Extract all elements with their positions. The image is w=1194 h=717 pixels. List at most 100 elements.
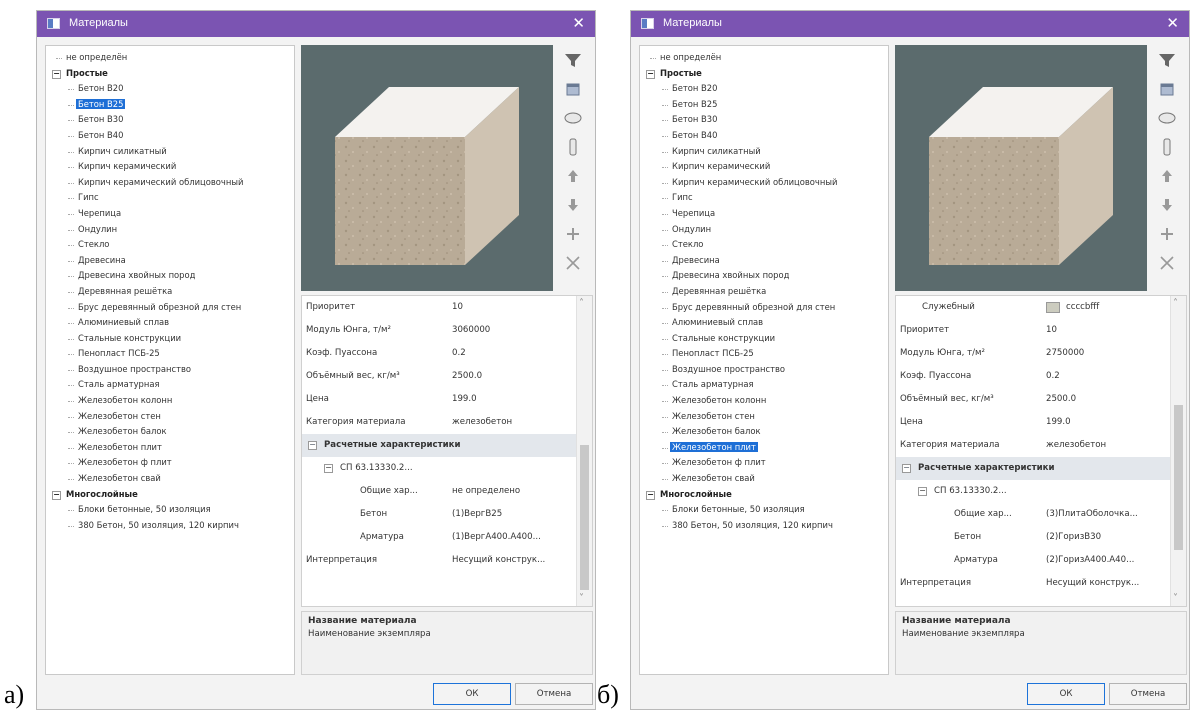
move-up-button[interactable] xyxy=(560,165,586,187)
properties-grid[interactable]: Служебный ccccbfff Приоритет 10 Модуль Юнга,… xyxy=(895,295,1187,607)
property-value[interactable]: ccccbfff xyxy=(1066,296,1184,319)
collapse-icon[interactable]: − xyxy=(52,490,61,500)
tree-group[interactable]: − Простые xyxy=(640,66,888,82)
property-row[interactable]: Объёмный вес, кг/м³ 2500.0 xyxy=(302,365,592,388)
property-row[interactable]: Категория материала железобетон xyxy=(896,434,1186,457)
scroll-thumb[interactable] xyxy=(1174,404,1183,551)
property-row[interactable]: Приоритет 10 xyxy=(896,319,1186,342)
collapse-icon[interactable]: − xyxy=(902,464,911,473)
tree-item[interactable]: Железобетон балок xyxy=(640,424,888,440)
scroll-down-icon[interactable]: ˅ xyxy=(1173,593,1178,604)
cancel-button[interactable]: Отмена xyxy=(515,683,593,705)
column-view-button[interactable] xyxy=(560,136,586,158)
box-view-button[interactable] xyxy=(1154,78,1180,100)
properties-scrollbar[interactable]: ˄ ˅ xyxy=(1170,296,1186,606)
tree-item[interactable]: Стальные конструкции xyxy=(640,331,888,347)
property-value[interactable]: Несущий конструк... xyxy=(452,549,570,572)
property-value[interactable]: 2750000 xyxy=(1046,342,1164,365)
property-row[interactable]: Интерпретация Несущий конструк... xyxy=(302,549,592,572)
property-value[interactable]: 199.0 xyxy=(452,388,570,411)
properties-scrollbar[interactable]: ˄ ˅ xyxy=(576,296,592,606)
property-row[interactable]: Объёмный вес, кг/м³ 2500.0 xyxy=(896,388,1186,411)
tree-item[interactable]: Железобетон плит xyxy=(640,440,888,456)
property-value[interactable]: 0.2 xyxy=(452,342,570,365)
property-row[interactable]: Общие хар... не определено xyxy=(302,480,592,503)
cut-button[interactable] xyxy=(560,252,586,274)
property-row[interactable]: − СП 63.13330.2... xyxy=(896,480,1186,503)
add-button[interactable] xyxy=(1154,223,1180,245)
tree-item[interactable]: Бетон В20 xyxy=(640,81,888,97)
property-row[interactable]: Бетон (2)ГоризВ30 xyxy=(896,526,1186,549)
property-row[interactable]: Модуль Юнга, т/м² 3060000 xyxy=(302,319,592,342)
tree-item[interactable]: Гипс xyxy=(46,190,294,206)
cancel-button[interactable]: Отмена xyxy=(1109,683,1187,705)
property-row[interactable]: Цена 199.0 xyxy=(302,388,592,411)
materials-tree[interactable]: не определён − Простые Бетон В20 Бетон В25 Бе… xyxy=(45,45,295,675)
tree-item[interactable]: Бетон В40 xyxy=(640,128,888,144)
tree-item[interactable]: не определён xyxy=(46,50,294,66)
move-down-button[interactable] xyxy=(560,194,586,216)
tree-item[interactable]: Стекло xyxy=(46,237,294,253)
collapse-icon[interactable]: − xyxy=(52,69,61,79)
tree-item[interactable]: Железобетон колонн xyxy=(640,393,888,409)
tree-item[interactable]: Воздушное пространство xyxy=(46,362,294,378)
property-value[interactable]: 3060000 xyxy=(452,319,570,342)
property-value[interactable]: 199.0 xyxy=(1046,411,1164,434)
close-icon[interactable]: ✕ xyxy=(1166,15,1179,31)
scroll-up-icon[interactable]: ˄ xyxy=(579,298,584,309)
column-view-button[interactable] xyxy=(1154,136,1180,158)
slab-view-button[interactable] xyxy=(1154,107,1180,129)
tree-item[interactable]: Гипс xyxy=(640,190,888,206)
move-up-button[interactable] xyxy=(1154,165,1180,187)
filter-button[interactable] xyxy=(560,49,586,71)
property-value[interactable]: 10 xyxy=(452,296,570,319)
tree-item[interactable]: Бетон В20 xyxy=(46,81,294,97)
property-row[interactable]: Арматура (2)ГоризА400.А40... xyxy=(896,549,1186,572)
tree-item[interactable]: Кирпич силикатный xyxy=(46,144,294,160)
tree-item[interactable]: Черепица xyxy=(46,206,294,222)
tree-item[interactable]: Блоки бетонные, 50 изоляция xyxy=(46,502,294,518)
tree-item[interactable]: Бетон В25 xyxy=(46,97,294,113)
property-row[interactable]: Коэф. Пуассона 0.2 xyxy=(896,365,1186,388)
property-row[interactable]: Приоритет 10 xyxy=(302,296,592,319)
collapse-icon[interactable]: − xyxy=(918,487,927,496)
box-view-button[interactable] xyxy=(560,78,586,100)
tree-item[interactable]: Древесина xyxy=(640,253,888,269)
materials-tree[interactable]: не определён − Простые Бетон В20 Бетон В25 Бе… xyxy=(639,45,889,675)
property-row[interactable]: − Расчетные характеристики xyxy=(896,457,1186,480)
tree-item[interactable]: Железобетон свай xyxy=(46,471,294,487)
tree-item[interactable]: Железобетон свай xyxy=(640,471,888,487)
property-row[interactable]: Коэф. Пуассона 0.2 xyxy=(302,342,592,365)
tree-item[interactable]: Брус деревянный обрезной для стен xyxy=(640,300,888,316)
property-value[interactable]: (1)ВергА400.А400... xyxy=(452,526,570,549)
tree-group[interactable]: − Простые xyxy=(46,66,294,82)
property-row[interactable]: Общие хар... (3)ПлитаОболочка... xyxy=(896,503,1186,526)
tree-item[interactable]: Бетон В30 xyxy=(640,112,888,128)
tree-item[interactable]: Железобетон балок xyxy=(46,424,294,440)
tree-item[interactable]: Ондулин xyxy=(640,222,888,238)
tree-item[interactable]: Железобетон стен xyxy=(640,409,888,425)
tree-item[interactable]: Блоки бетонные, 50 изоляция xyxy=(640,502,888,518)
tree-item[interactable]: Бетон В25 xyxy=(640,97,888,113)
property-row[interactable]: Модуль Юнга, т/м² 2750000 xyxy=(896,342,1186,365)
ok-button[interactable]: ОК xyxy=(1027,683,1105,705)
property-row[interactable]: Категория материала железобетон xyxy=(302,411,592,434)
property-value[interactable]: железобетон xyxy=(452,411,570,434)
property-row[interactable]: − Расчетные характеристики xyxy=(302,434,592,457)
property-value[interactable]: Несущий конструк... xyxy=(1046,572,1164,595)
tree-item[interactable]: Древесина хвойных пород xyxy=(640,268,888,284)
tree-item[interactable]: Древесина xyxy=(46,253,294,269)
tree-item[interactable]: Железобетон ф плит xyxy=(46,455,294,471)
property-row[interactable]: − СП 63.13330.2... xyxy=(302,457,592,480)
close-icon[interactable]: ✕ xyxy=(572,15,585,31)
property-value[interactable]: 10 xyxy=(1046,319,1164,342)
tree-group[interactable]: − Многослойные xyxy=(640,487,888,503)
tree-item[interactable]: Деревянная решётка xyxy=(640,284,888,300)
slab-view-button[interactable] xyxy=(560,107,586,129)
color-swatch[interactable] xyxy=(1046,302,1060,313)
property-value[interactable]: (2)ГоризА400.А40... xyxy=(1046,549,1164,572)
properties-grid[interactable]: Приоритет 10 Модуль Юнга, т/м² 3060000 Коэф.… xyxy=(301,295,593,607)
tree-item[interactable]: Воздушное пространство xyxy=(640,362,888,378)
tree-item[interactable]: не определён xyxy=(640,50,888,66)
ok-button[interactable]: ОК xyxy=(433,683,511,705)
